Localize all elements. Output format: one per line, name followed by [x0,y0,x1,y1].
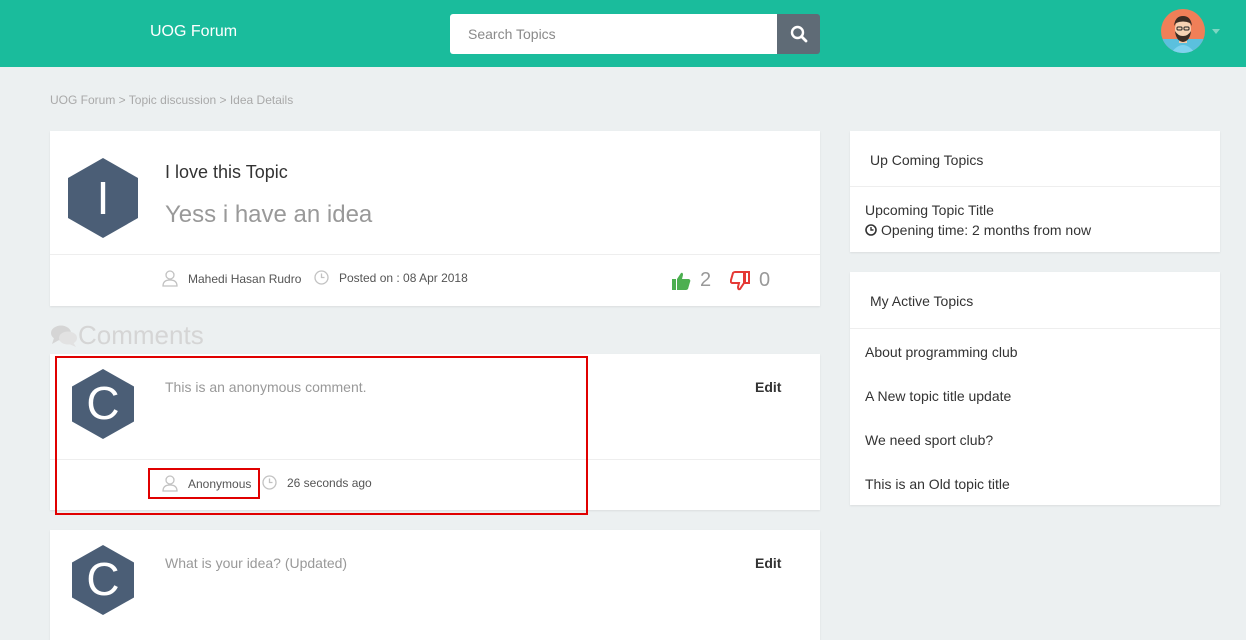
search-input[interactable] [450,14,777,54]
divider [850,328,1220,329]
like-count: 2 [700,269,712,291]
chevron-down-icon[interactable] [1212,29,1220,34]
topic-posted: Posted on : 08 Apr 2018 [314,270,468,285]
svg-text:C: C [86,377,119,429]
thumbs-up-icon [672,272,691,290]
comment-card: C What is your idea? (Updated) Edit [50,530,820,640]
divider [50,459,820,460]
search-icon [790,25,807,43]
comment-avatar: C [72,369,134,439]
upcoming-topic-time: Opening time: 2 months from now [865,222,1091,238]
search-button[interactable] [777,14,820,54]
divider [850,186,1220,187]
svg-text:I: I [97,172,110,224]
upcoming-topics-panel: Up Coming Topics Upcoming Topic Title Op… [850,131,1220,252]
topic-title: I love this Topic [165,162,288,182]
comment-time-ago: 26 seconds ago [287,475,372,490]
upcoming-topics-heading: Up Coming Topics [870,152,984,168]
clock-icon [262,475,277,490]
upcoming-topic-link[interactable]: Upcoming Topic Title [865,202,994,218]
comment-text: This is an anonymous comment. [165,379,367,395]
comment-author-name: Anonymous [188,476,252,491]
divider [50,254,820,255]
comment-avatar: C [72,545,134,615]
breadcrumb: UOG Forum > Topic discussion > Idea Deta… [50,93,294,107]
upcoming-topic-time-text: Opening time: 2 months from now [881,222,1092,238]
dislike-count: 0 [759,269,771,291]
topic-author: Mahedi Hasan Rudro [162,270,301,287]
like-button[interactable]: 2 [671,269,711,292]
comment-card: C This is an anonymous comment. Edit Ano… [50,354,820,510]
active-topic-link[interactable]: This is an Old topic title [865,476,1010,492]
topic-card: I I love this Topic Yess i have an idea … [50,131,820,306]
top-navbar: UOG Forum [0,0,1246,67]
brand-link[interactable]: UOG Forum [150,23,237,41]
topic-posted-date: Posted on : 08 Apr 2018 [339,270,468,285]
topic-body: Yess i have an idea [165,201,373,228]
topic-author-name: Mahedi Hasan Rudro [188,271,302,286]
user-icon [162,270,178,287]
clock-icon [865,224,877,236]
active-topic-link[interactable]: About programming club [865,344,1018,360]
active-topic-link[interactable]: We need sport club? [865,432,993,448]
active-topic-link[interactable]: A New topic title update [865,388,1011,404]
search-form [450,14,820,54]
svg-text:C: C [86,553,119,605]
active-topics-panel: My Active Topics About programming club … [850,272,1220,505]
dislike-button[interactable]: 0 [730,269,770,292]
thumbs-down-icon [730,270,750,290]
clock-icon [314,270,329,285]
comments-heading: Comments [50,320,204,351]
comment-time: 26 seconds ago [262,475,372,490]
edit-comment-button[interactable]: Edit [755,555,781,571]
comments-icon [51,325,77,347]
user-icon [162,475,178,492]
user-avatar[interactable] [1161,9,1205,53]
comment-text: What is your idea? (Updated) [165,555,348,571]
edit-comment-button[interactable]: Edit [755,379,781,395]
active-topics-heading: My Active Topics [870,293,974,309]
comments-heading-label: Comments [78,320,204,350]
topic-avatar: I [68,158,138,238]
comment-author: Anonymous [162,475,251,492]
